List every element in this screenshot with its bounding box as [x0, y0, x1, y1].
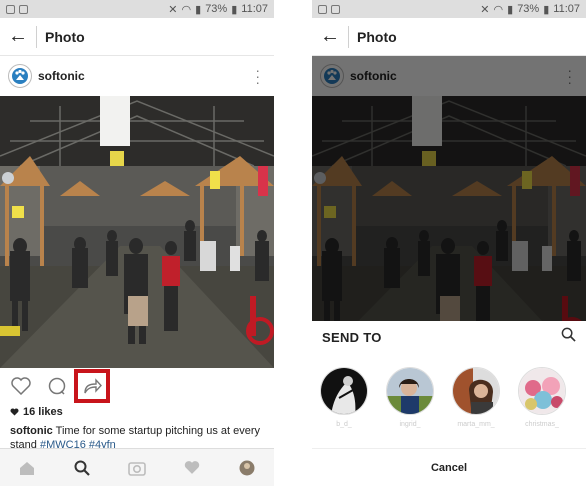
more-options-icon[interactable]: · · ·: [255, 63, 260, 89]
battery-icon: ▮: [231, 3, 238, 16]
divider: [348, 25, 349, 48]
battery-icon: ▮: [543, 3, 550, 16]
comment-bubble-icon[interactable]: [46, 375, 68, 397]
clock: 11:07: [553, 3, 580, 15]
post-photo[interactable]: [0, 96, 274, 368]
softonic-logo-icon: [12, 68, 28, 84]
whatsapp-icon: [6, 4, 15, 14]
likes-count[interactable]: 16 likes: [0, 404, 274, 420]
page-title: Photo: [357, 28, 397, 45]
mute-icon: ✕: [168, 3, 178, 16]
share-arrow-icon: [84, 378, 102, 394]
gallery-icon: [19, 4, 28, 14]
status-bar: ✕ ◠ ▮ 73% ▮ 11:07: [312, 0, 586, 18]
back-arrow-icon[interactable]: ←: [312, 18, 348, 56]
contact-item[interactable]: marta_mm_: [452, 367, 500, 443]
divider: [36, 25, 37, 48]
phone-screen-share: ✕ ◠ ▮ 73% ▮ 11:07 ← Photo softonic ··· S…: [312, 0, 586, 486]
caption-username[interactable]: softonic: [10, 425, 53, 437]
contact-avatar: [452, 367, 500, 415]
contact-list: b_d_ ingrid_ marta_mm_ christmas_: [312, 353, 586, 443]
heart-icon: [10, 408, 19, 416]
like-heart-icon[interactable]: [10, 375, 32, 397]
battery-percent: 73%: [517, 3, 540, 15]
contact-avatar: [386, 367, 434, 415]
dim-overlay[interactable]: [312, 56, 586, 321]
activity-heart-icon[interactable]: [181, 457, 203, 479]
page-title: Photo: [45, 28, 85, 45]
bottom-nav: [0, 448, 274, 486]
contact-name: christmas_: [525, 421, 559, 428]
phone-screen-post: ✕ ◠ ▮ 73% ▮ 11:07 ← Photo softonic ···: [0, 0, 274, 486]
contact-avatar: [518, 367, 566, 415]
whatsapp-icon: [318, 4, 327, 14]
gallery-icon: [331, 4, 340, 14]
profile-avatar-icon[interactable]: [236, 457, 258, 479]
clock: 11:07: [241, 3, 268, 15]
post-header: softonic ···: [0, 56, 274, 96]
post-username[interactable]: softonic: [38, 69, 85, 83]
share-button-highlight[interactable]: [74, 369, 110, 403]
wifi-icon: ◠: [181, 3, 192, 16]
back-arrow-icon[interactable]: ←: [0, 18, 36, 56]
signal-icon: ▮: [507, 3, 514, 16]
cancel-bar: Cancel: [312, 448, 586, 486]
battery-percent: 73%: [205, 3, 228, 15]
title-bar: ← Photo: [0, 18, 274, 56]
contact-name: marta_mm_: [457, 421, 495, 428]
search-icon[interactable]: [71, 457, 93, 479]
contact-item[interactable]: christmas_: [518, 367, 566, 443]
home-icon[interactable]: [16, 457, 38, 479]
contact-avatar: [320, 367, 368, 415]
wifi-icon: ◠: [493, 3, 504, 16]
search-icon[interactable]: [561, 327, 576, 347]
contact-name: ingrid_: [399, 421, 421, 428]
contact-item[interactable]: b_d_: [320, 367, 368, 443]
contact-name: b_d_: [336, 421, 352, 428]
likes-label: 16 likes: [23, 406, 63, 418]
share-sheet: SEND TO b_d_ ingrid_ marta_mm_ christmas…: [312, 321, 586, 486]
title-bar: ← Photo: [312, 18, 586, 56]
cancel-button[interactable]: Cancel: [431, 462, 467, 474]
share-sheet-header: SEND TO: [312, 321, 586, 353]
post-actions: [0, 368, 274, 404]
signal-icon: ▮: [195, 3, 202, 16]
send-to-title: SEND TO: [322, 329, 382, 345]
avatar[interactable]: [8, 64, 32, 88]
mute-icon: ✕: [480, 3, 490, 16]
contact-item[interactable]: ingrid_: [386, 367, 434, 443]
camera-icon[interactable]: [126, 457, 148, 479]
status-bar: ✕ ◠ ▮ 73% ▮ 11:07: [0, 0, 274, 18]
